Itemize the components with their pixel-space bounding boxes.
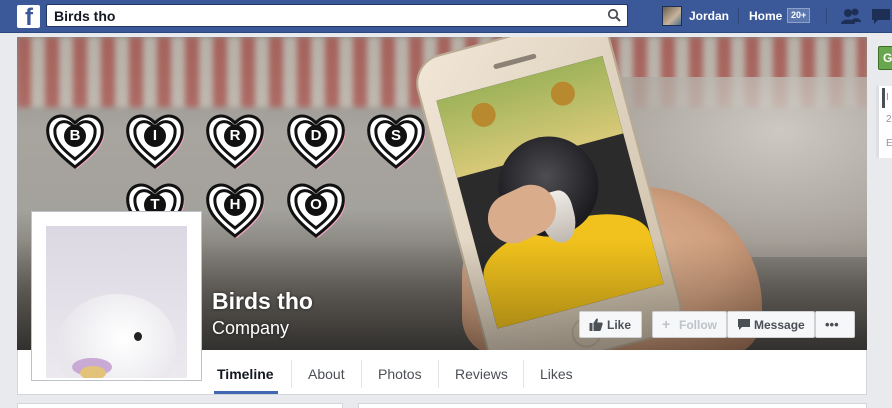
page-category[interactable]: Company xyxy=(212,318,289,339)
follow-button-label: Follow xyxy=(679,318,717,332)
page-title[interactable]: Birds tho xyxy=(212,288,313,315)
nav-divider xyxy=(826,8,827,24)
heart-letter: D xyxy=(305,125,327,147)
heart-letter: S xyxy=(385,125,407,147)
tab-separator xyxy=(523,360,524,388)
content-card xyxy=(358,403,867,408)
search-icon[interactable] xyxy=(607,8,622,23)
side-panel-line: E xyxy=(886,138,892,149)
content-card xyxy=(17,403,343,408)
avatar xyxy=(662,6,682,26)
like-button-label: Like xyxy=(607,318,632,332)
heart-letter-graphic: D xyxy=(285,111,347,169)
heart-letter-graphic: H xyxy=(204,180,266,238)
heart-letter: R xyxy=(224,125,246,147)
tab-separator xyxy=(291,360,292,388)
heart-letter-graphic: I xyxy=(124,111,186,169)
heart-letter: I xyxy=(144,125,166,147)
side-panel-line: I xyxy=(886,92,889,103)
heart-letter: O xyxy=(305,194,327,216)
heart-letter-graphic: B xyxy=(44,111,106,169)
profile-picture-image xyxy=(46,226,187,378)
user-name: Jordan xyxy=(689,9,730,23)
message-bubble-icon xyxy=(738,319,750,330)
facebook-logo-icon[interactable]: f xyxy=(17,5,40,28)
bird-beak xyxy=(80,366,106,378)
home-notification-badge: 20+ xyxy=(787,8,811,23)
profile-picture[interactable] xyxy=(31,211,202,381)
tab-separator xyxy=(361,360,362,388)
friend-requests-icon[interactable] xyxy=(840,7,862,25)
heart-letter-graphic: S xyxy=(365,111,427,169)
top-navigation-bar: f Birds tho Jordan Home 20+ xyxy=(0,0,892,33)
active-tab-indicator xyxy=(214,391,278,394)
heart-letter: H xyxy=(224,194,246,216)
thumbs-up-icon xyxy=(589,318,603,331)
follow-button[interactable]: + Follow xyxy=(652,311,727,338)
heart-letter-graphic: O xyxy=(285,180,347,238)
search-query: Birds tho xyxy=(54,8,116,24)
side-panel: I 2 E xyxy=(876,86,892,158)
phone-speaker xyxy=(492,53,537,70)
side-panel-line: 2 xyxy=(886,114,892,125)
bird-eye xyxy=(134,332,142,341)
more-dots-icon: ••• xyxy=(825,317,839,332)
home-link[interactable]: Home xyxy=(749,9,782,23)
create-button[interactable]: G xyxy=(878,46,892,70)
heart-letter-graphic: R xyxy=(204,111,266,169)
side-panel-marker xyxy=(882,88,885,108)
heart-letter: B xyxy=(64,125,86,147)
tab-separator xyxy=(438,360,439,388)
tab-about[interactable]: About xyxy=(308,366,345,382)
like-button[interactable]: Like xyxy=(579,311,642,338)
search-input[interactable]: Birds tho xyxy=(46,4,628,27)
tab-photos[interactable]: Photos xyxy=(378,366,422,382)
more-options-button[interactable]: ••• xyxy=(815,311,855,338)
tab-timeline[interactable]: Timeline xyxy=(217,366,274,382)
message-button[interactable]: Message xyxy=(727,311,815,338)
message-button-label: Message xyxy=(754,318,805,332)
tab-reviews[interactable]: Reviews xyxy=(455,366,508,382)
messages-icon[interactable] xyxy=(870,7,892,25)
tab-likes[interactable]: Likes xyxy=(540,366,573,382)
plus-icon: + xyxy=(662,316,671,332)
nav-divider xyxy=(738,8,739,24)
